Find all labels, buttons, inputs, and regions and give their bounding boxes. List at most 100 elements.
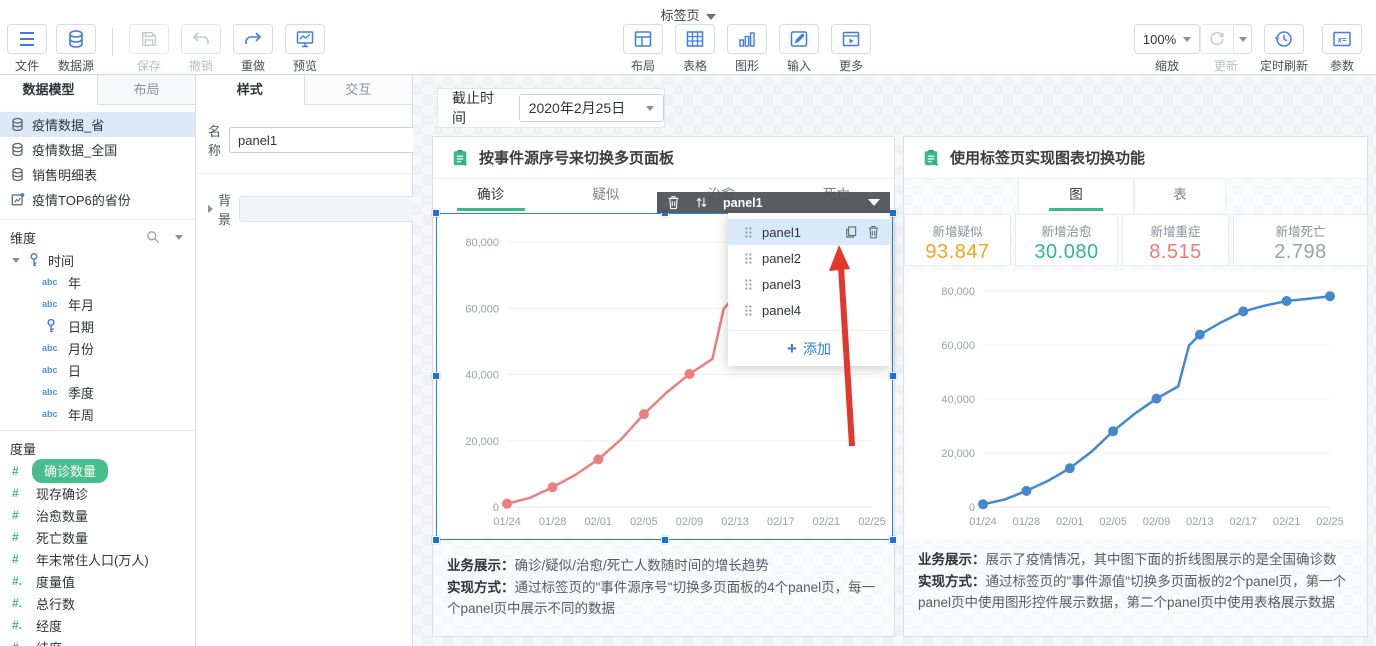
panel-menu-item[interactable]: panel1 [728,219,890,245]
dim-field[interactable]: abc 年周 [0,403,195,425]
tab-suspected[interactable]: 疑似 [548,179,663,213]
resize-handle[interactable] [889,372,897,380]
zoom-select[interactable]: 100% 缩放 [1134,24,1200,74]
panel-menu-item[interactable]: panel3 [728,271,890,297]
panel-menu: panel1 panel2 panel3 panel4 + 添加 [728,213,890,366]
redo-button[interactable]: 重做 [227,24,279,74]
name-input[interactable] [229,127,424,153]
properties-panel: 样式 交互 名称 背景 [196,75,434,646]
abc-icon: abc [42,277,58,287]
save-button[interactable]: 保存 [123,24,175,74]
svg-text:02/13: 02/13 [721,516,749,528]
svg-text:40,000: 40,000 [941,394,975,406]
tab-confirmed[interactable]: 确诊 [433,179,548,213]
drag-handle-icon[interactable] [744,278,752,291]
clock-icon [1274,31,1292,47]
params-button[interactable]: x= 参数 [1316,24,1368,74]
undo-button[interactable]: 撤销 [175,24,227,74]
dim-field[interactable]: abc 月份 [0,337,195,359]
tab-layout[interactable]: 布局 [98,75,195,105]
preview-button[interactable]: 预览 [279,24,331,74]
svg-text:20,000: 20,000 [465,436,499,448]
plus-icon: + [787,339,797,358]
dim-group-time[interactable]: 时间 [0,249,195,271]
dim-field[interactable]: abc 年月 [0,293,195,315]
trash-icon[interactable] [667,195,680,210]
dim-field[interactable]: abc 季度 [0,381,195,403]
drag-handle-icon[interactable] [744,252,752,265]
model-item[interactable]: 销售明细表 [0,162,195,187]
resize-handle[interactable] [432,536,440,544]
dim-field[interactable]: 日期 [0,315,195,337]
layout-button[interactable]: 布局 [617,24,669,74]
svg-text:02/09: 02/09 [676,516,704,528]
model-item[interactable]: 疫情TOP6的省份 [0,187,195,212]
file-button[interactable]: 文件 [4,24,50,74]
card-title: 使用标签页实现图表切换功能 [950,150,1146,167]
database-icon [12,117,23,132]
trash-icon[interactable] [867,225,880,239]
national-confirmed-chart[interactable]: 0 20,000 40,000 60,000 80,000 01/24 01/28 02/01… [905,271,1366,539]
resize-handle[interactable] [889,209,897,217]
model-item[interactable]: 疫情数据_全国 [0,137,195,162]
design-canvas[interactable]: 截止时间 2020年2月25日 按事件源序号来切换多页面板 确诊 疑似 治愈 死… [413,75,1376,646]
redo-icon [245,32,262,44]
svg-text:0: 0 [969,502,975,514]
search-icon[interactable] [145,229,161,245]
tab-chart[interactable]: 图 [1018,179,1134,213]
tab-table[interactable]: 表 [1134,179,1226,213]
measure-field[interactable]: # 治愈数量 [0,504,195,526]
measure-field[interactable]: # 确诊数量 [0,459,195,483]
top-bar: 标签页 文件 数据源 保存 撤销 重做 预览 布局 表格 图形 输入 更多 10… [0,0,1376,75]
data-sidebar: 数据模型 布局 疫情数据_省 疫情数据_全国 销售明细表 疫情TOP6的省份 维… [0,75,196,646]
panel-menu-item[interactable]: panel4 [728,297,890,323]
resize-handle[interactable] [661,536,669,544]
background-input[interactable] [239,196,434,222]
more-icon [842,31,860,47]
chevron-down-icon[interactable] [175,234,183,240]
measure-field[interactable]: #. 总行数 [0,592,195,614]
page-title[interactable]: 标签页 [660,8,699,23]
refresh-button[interactable]: 更新 [1200,24,1252,74]
datasource-button[interactable]: 数据源 [50,24,102,74]
timed-refresh-button[interactable]: 定时刷新 [1252,24,1316,74]
drag-handle-icon[interactable] [744,226,752,239]
svg-text:02/17: 02/17 [1229,516,1257,528]
measure-field[interactable]: # 死亡数量 [0,526,195,548]
more-button[interactable]: 更多 [825,24,877,74]
refresh-dropdown[interactable] [1234,24,1252,54]
input-button[interactable]: 输入 [773,24,825,74]
tab-data-model[interactable]: 数据模型 [0,75,98,105]
model-item[interactable]: 疫情数据_省 [0,112,195,137]
tab-style[interactable]: 样式 [196,75,305,105]
resize-handle[interactable] [432,372,440,380]
chevron-down-icon[interactable] [12,257,20,263]
measure-field[interactable]: #.纬度 [0,636,195,646]
resize-handle[interactable] [432,209,440,217]
dim-field[interactable]: abc 年 [0,271,195,293]
chevron-down-icon[interactable] [868,199,880,206]
chevron-down-icon [646,105,654,111]
table-button[interactable]: 表格 [669,24,721,74]
chart-button[interactable]: 图形 [721,24,773,74]
svg-text:01/28: 01/28 [539,516,567,528]
dim-field[interactable]: abc 日 [0,359,195,381]
hash-dot-icon: #. [12,618,23,632]
add-panel-button[interactable]: + 添加 [728,330,890,366]
background-label[interactable]: 背景 [208,190,231,228]
divider [0,219,195,220]
panel-menu-item[interactable]: panel2 [728,245,890,271]
drag-handle-icon[interactable] [744,304,752,317]
svg-text:0: 0 [493,502,499,514]
date-filter-select[interactable]: 2020年2月25日 [518,94,664,122]
tab-interaction[interactable]: 交互 [304,75,412,105]
measure-field[interactable]: #. 经度 [0,614,195,636]
swap-icon[interactable] [695,195,708,210]
svg-text:20,000: 20,000 [941,448,975,460]
resize-handle[interactable] [889,536,897,544]
svg-text:01/28: 01/28 [1013,516,1041,528]
measure-field[interactable]: #. 度量值 [0,570,195,592]
measure-field[interactable]: # 现存确诊 [0,482,195,504]
measure-field[interactable]: # 年末常住人口(万人) [0,548,195,570]
copy-icon[interactable] [844,225,858,239]
